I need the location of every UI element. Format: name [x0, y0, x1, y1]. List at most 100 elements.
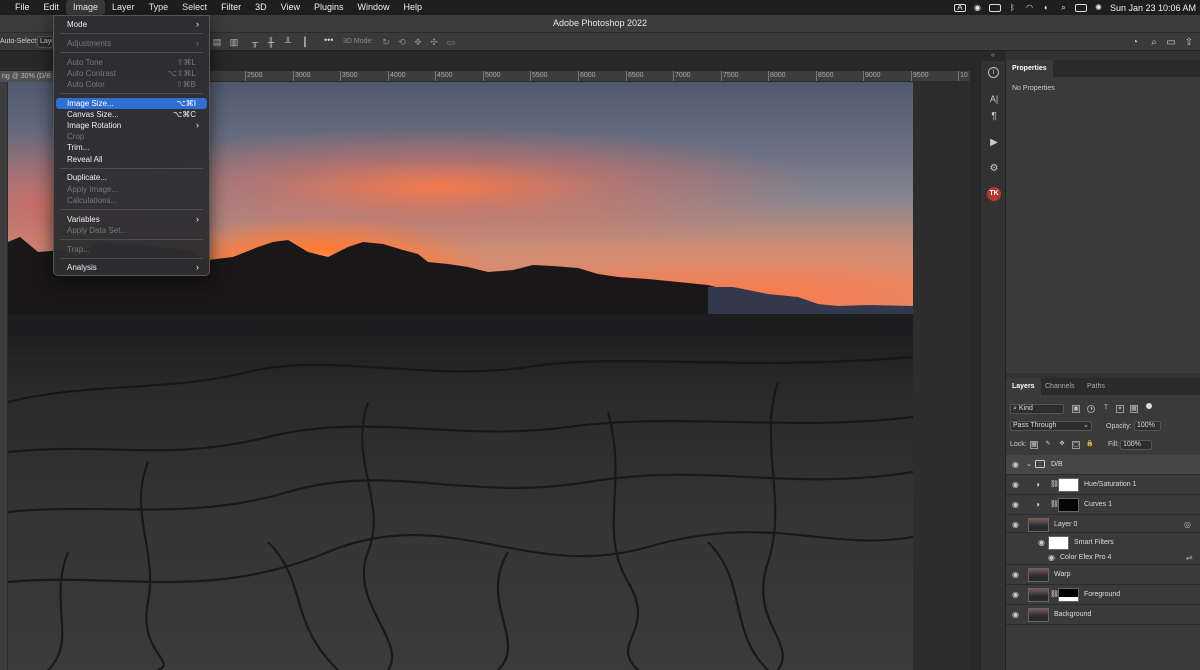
- eye-icon[interactable]: ◉: [1012, 460, 1022, 470]
- smart-filter-mask[interactable]: [1048, 536, 1069, 550]
- lock-position-icon[interactable]: ✥: [1058, 441, 1066, 449]
- menu-item-trim[interactable]: Trim...: [56, 142, 207, 153]
- filter-smart-object-icon[interactable]: ▦: [1130, 405, 1138, 413]
- menu-plugins[interactable]: Plugins: [307, 0, 351, 15]
- collapse-panels-icon[interactable]: «: [980, 51, 1006, 61]
- auto-select-dropdown[interactable]: Layer: [37, 36, 53, 48]
- tab-properties[interactable]: Properties: [1006, 60, 1053, 77]
- distribute-icon[interactable]: ┃: [300, 37, 310, 47]
- apple-menu-icon[interactable]: [0, 0, 8, 15]
- menu-image[interactable]: Image: [66, 0, 106, 15]
- filter-color-efex[interactable]: ◉ Color Efex Pro 4 ⇌: [1006, 551, 1200, 565]
- more-options-icon[interactable]: •••: [324, 35, 333, 45]
- align-top-icon[interactable]: ╥: [250, 37, 260, 47]
- 3d-roll-icon[interactable]: ⟲: [397, 37, 407, 47]
- workspace-icon[interactable]: ▭: [1165, 37, 1177, 48]
- menu-layer[interactable]: Layer: [105, 0, 142, 15]
- filter-shape-icon[interactable]: ⌗: [1116, 405, 1124, 413]
- eye-icon[interactable]: ◉: [1048, 553, 1058, 563]
- display-icon[interactable]: ◉: [972, 3, 983, 12]
- layer-0[interactable]: ◉ Layer 0 ◎: [1006, 515, 1200, 533]
- eye-icon[interactable]: ◉: [1012, 610, 1022, 620]
- align-middle-icon[interactable]: ╫: [266, 37, 276, 47]
- layer-thumbnail[interactable]: [1028, 608, 1049, 622]
- menu-item-auto-tone[interactable]: Auto Tone ⇧⌘L: [56, 57, 207, 68]
- layer-foreground[interactable]: ◉ ⛓ Foreground: [1006, 585, 1200, 605]
- tab-layers[interactable]: Layers: [1006, 378, 1041, 395]
- filter-toggle-icon[interactable]: [1146, 403, 1152, 409]
- menu-edit[interactable]: Edit: [37, 0, 67, 15]
- menu-item-duplicate[interactable]: Duplicate...: [56, 172, 207, 183]
- filter-pixel-icon[interactable]: ▣: [1072, 405, 1080, 413]
- search-icon[interactable]: ⌕: [1148, 37, 1160, 48]
- share-user-icon[interactable]: ◔: [1129, 37, 1141, 48]
- clock[interactable]: Sun Jan 23 10:06 AM: [1110, 3, 1196, 13]
- align-icon[interactable]: ▤: [212, 37, 222, 47]
- layer-background[interactable]: ◉ Background: [1006, 605, 1200, 625]
- lock-all-icon[interactable]: 🔒: [1086, 441, 1094, 449]
- tab-channels[interactable]: Channels: [1039, 378, 1081, 395]
- menu-item-canvas-size[interactable]: Canvas Size... ⌥⌘C: [56, 109, 207, 120]
- filter-options-icon[interactable]: ⇌: [1186, 553, 1193, 562]
- tab-paths[interactable]: Paths: [1081, 378, 1111, 395]
- menu-item-mode[interactable]: Mode ›: [56, 19, 207, 30]
- smart-filters-row[interactable]: ◉ Smart Filters: [1006, 533, 1200, 551]
- menu-item-variables[interactable]: Variables ›: [56, 214, 207, 225]
- menu-item-crop[interactable]: Crop: [56, 131, 207, 142]
- 3d-orbit-icon[interactable]: ↻: [381, 37, 391, 47]
- adjustments-icon[interactable]: ⚙: [987, 162, 1001, 176]
- tk-plugin-icon[interactable]: TK: [987, 187, 1001, 201]
- filter-adjustment-icon[interactable]: ◑: [1087, 405, 1095, 413]
- align-bottom-icon[interactable]: ╨: [283, 37, 293, 47]
- menu-item-apply-data-set[interactable]: Apply Data Set...: [56, 225, 207, 236]
- menu-item-reveal-all[interactable]: Reveal All: [56, 154, 207, 165]
- eye-icon[interactable]: ◉: [1012, 520, 1022, 530]
- menu-item-trap[interactable]: Trap...: [56, 244, 207, 255]
- layer-warp[interactable]: ◉ Warp: [1006, 565, 1200, 585]
- menu-type[interactable]: Type: [142, 0, 176, 15]
- a-icon[interactable]: A: [953, 3, 966, 12]
- 3d-slide-icon[interactable]: ✣: [429, 37, 439, 47]
- 3d-pan-icon[interactable]: ✥: [413, 37, 423, 47]
- menu-item-analysis[interactable]: Analysis ›: [56, 262, 207, 273]
- actions-play-icon[interactable]: ▶: [987, 136, 1001, 150]
- menu-item-auto-contrast[interactable]: Auto Contrast ⌥⇧⌘L: [56, 68, 207, 79]
- menu-item-auto-color[interactable]: Auto Color ⇧⌘B: [56, 79, 207, 90]
- control-center-icon[interactable]: [1074, 3, 1087, 12]
- filter-type-icon[interactable]: T: [1102, 405, 1110, 413]
- layer-group-db[interactable]: ◉ ⌄ D/B: [1006, 455, 1200, 475]
- eye-icon[interactable]: ◉: [1012, 480, 1022, 490]
- menu-item-calculations[interactable]: Calculations...: [56, 195, 207, 206]
- lock-artboard-icon[interactable]: ▢: [1072, 441, 1080, 449]
- align-icon[interactable]: ▥: [229, 37, 239, 47]
- share-icon[interactable]: ⇧: [1183, 37, 1195, 48]
- character-icon[interactable]: A|: [987, 92, 1001, 106]
- paragraph-icon[interactable]: ¶: [987, 110, 1001, 124]
- menu-3d[interactable]: 3D: [248, 0, 274, 15]
- eye-icon[interactable]: ◉: [1012, 500, 1022, 510]
- layer-mask-thumbnail[interactable]: [1058, 588, 1079, 602]
- eye-icon[interactable]: ◉: [1012, 570, 1022, 580]
- eye-icon[interactable]: ◉: [1038, 538, 1048, 548]
- menu-filter[interactable]: Filter: [214, 0, 248, 15]
- layer-thumbnail[interactable]: [1028, 588, 1049, 602]
- screen-icon[interactable]: [988, 3, 1001, 12]
- layer-filter-kind[interactable]: ⌕ Kind: [1010, 404, 1064, 414]
- layer-thumbnail[interactable]: [1028, 518, 1049, 532]
- eye-icon[interactable]: ◉: [1012, 590, 1022, 600]
- lock-image-icon[interactable]: ✎: [1044, 441, 1052, 449]
- menu-item-image-rotation[interactable]: Image Rotation ›: [56, 120, 207, 131]
- info-icon[interactable]: i: [988, 67, 999, 78]
- blend-mode-dropdown[interactable]: Pass Through ⌄: [1010, 421, 1092, 431]
- bluetooth-icon[interactable]: ᛒ: [1007, 3, 1018, 12]
- siri-icon[interactable]: ✺: [1093, 3, 1104, 12]
- chevron-down-icon[interactable]: ⌄: [1026, 460, 1032, 468]
- layer-mask-thumbnail[interactable]: [1058, 498, 1079, 512]
- search-icon[interactable]: ⌕: [1058, 3, 1069, 12]
- opacity-input[interactable]: 100%: [1134, 421, 1161, 431]
- fill-input[interactable]: 100%: [1120, 440, 1152, 450]
- menu-file[interactable]: File: [8, 0, 37, 15]
- menu-item-adjustments[interactable]: Adjustments ›: [56, 38, 207, 49]
- menu-item-apply-image[interactable]: Apply Image...: [56, 184, 207, 195]
- wifi-icon[interactable]: ◠: [1024, 3, 1035, 12]
